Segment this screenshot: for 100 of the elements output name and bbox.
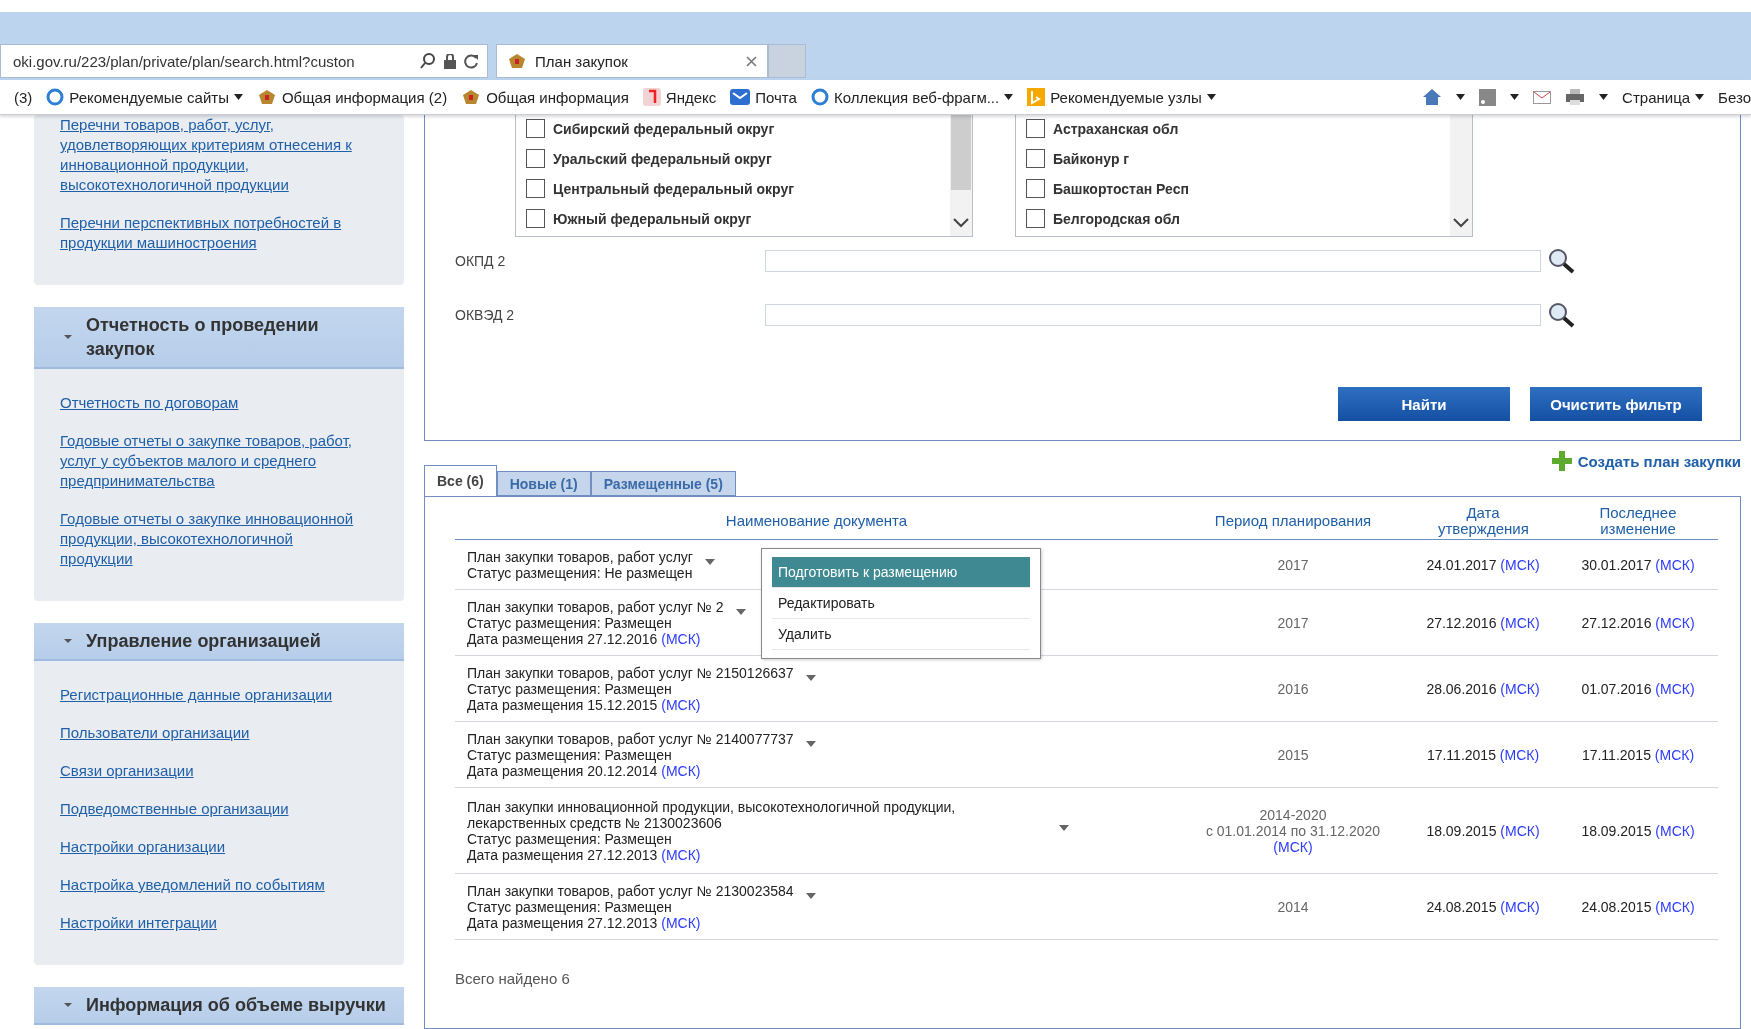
plan-title[interactable]: План закупки инновационной продукции, высокотехнологичной продукции, лекарственных средств № 2130023606 <box>467 798 1047 831</box>
tab[interactable]: Новые (1) <box>496 471 591 496</box>
printer-icon[interactable] <box>1565 88 1586 106</box>
sidebar-link[interactable]: Регистрационные данные организации <box>60 685 354 705</box>
field-label: ОКПД 2 <box>455 253 507 269</box>
date-cell-text: 24.08.2015 (МСК) <box>1425 898 1541 915</box>
tab[interactable]: Размещенные (5) <box>590 471 736 496</box>
column-header: Наименование документа <box>724 513 909 529</box>
column-header: Период планирования <box>1213 513 1373 529</box>
scroll-thumb[interactable] <box>951 115 971 190</box>
menu-item[interactable]: Редактировать <box>772 588 1030 619</box>
checkbox-label: Башкортостан Респ <box>1053 180 1189 197</box>
caret-icon[interactable] <box>735 608 746 615</box>
sidebar-section-header[interactable]: Информация об объеме выручки <box>34 987 404 1025</box>
sidebar-link[interactable]: Связи организации <box>60 761 354 781</box>
search-icon[interactable] <box>1547 301 1577 329</box>
plan-title[interactable]: План закупки товаров, работ услуг <box>467 548 693 565</box>
caret-icon[interactable] <box>805 892 816 899</box>
status-text: Статус размещения: Размещен <box>467 898 672 915</box>
caret-icon[interactable] <box>704 558 715 565</box>
status-text: Статус размещения: Размещен <box>467 746 672 763</box>
total-count: Всего найдено 6 <box>455 970 571 987</box>
envelope-icon <box>730 89 751 105</box>
browser-tab[interactable]: План закупок <box>496 44 768 78</box>
dropdown-arrow-icon[interactable] <box>1004 94 1014 100</box>
checkbox[interactable] <box>526 119 545 138</box>
favorites-item[interactable]: Рекомендуемые узлы <box>1027 88 1216 106</box>
caret-icon[interactable] <box>805 740 816 747</box>
search-icon[interactable] <box>1547 247 1577 275</box>
sidebar-link[interactable]: Годовые отчеты о закупке инновационной продукции, высокотехнологичной продукции <box>60 509 354 569</box>
dropdown-arrow-icon[interactable] <box>233 94 243 100</box>
date-cell-text: 18.09.2015 (МСК) <box>1580 822 1696 839</box>
checkbox[interactable] <box>526 149 545 168</box>
caret-icon[interactable] <box>1059 824 1069 831</box>
checkbox[interactable] <box>526 179 545 198</box>
favorites-item[interactable]: Общая информация <box>461 88 629 106</box>
dropdown-arrow-icon[interactable] <box>1599 94 1609 100</box>
checkbox[interactable] <box>1026 119 1045 138</box>
command-menu[interactable]: Страница <box>1622 88 1705 106</box>
plan-title[interactable]: План закупки товаров, работ услуг № 2 <box>467 598 724 615</box>
sidebar-link[interactable]: Отчетность по договорам <box>60 393 354 413</box>
status-text: Статус размещения: Размещен <box>467 830 672 847</box>
caret-icon <box>64 333 72 341</box>
chevron-down-icon[interactable] <box>953 218 969 228</box>
checkbox-label: Байконур г <box>1053 150 1130 167</box>
command-menu[interactable]: Безо <box>1718 88 1751 106</box>
posting-date: Дата размещения 20.12.2014 (МСК) <box>467 762 701 779</box>
refresh-icon[interactable] <box>464 53 479 69</box>
dropdown-arrow-icon[interactable] <box>1206 94 1216 100</box>
sidebar-link[interactable]: Годовые отчеты о закупке товаров, работ, услуг у субъектов малого и среднего предпринимательства <box>60 431 354 491</box>
lock-icon <box>444 53 456 69</box>
menu-item[interactable]: Удалить <box>772 619 1030 650</box>
clear-filter-button[interactable]: Очистить фильтр <box>1530 387 1702 421</box>
favorites-item[interactable]: (3) <box>14 88 33 106</box>
sidebar-link[interactable]: Подведомственные организации <box>60 799 354 819</box>
favorites-item[interactable]: Рекомендуемые сайты <box>46 88 243 106</box>
favorites-item[interactable]: Яндекс <box>642 88 717 106</box>
find-button[interactable]: Найти <box>1338 387 1510 421</box>
plan-title[interactable]: План закупки товаров, работ услуг № 2130023584 <box>467 882 794 899</box>
checkbox-label: Центральный федеральный округ <box>553 180 795 197</box>
posting-date: Дата размещения 27.12.2013 (МСК) <box>467 914 701 931</box>
close-icon[interactable] <box>746 55 757 67</box>
period-cell-text: 2015 <box>1276 746 1310 763</box>
plan-title[interactable]: План закупки товаров, работ услуг № 2150126637 <box>467 664 794 681</box>
sidebar-link[interactable]: Настройки интеграции <box>60 913 354 933</box>
favorites-item[interactable]: Почта <box>730 88 797 106</box>
checkbox[interactable] <box>1026 149 1045 168</box>
checkbox[interactable] <box>526 209 545 228</box>
plan-title[interactable]: План закупки товаров, работ услуг № 2140077737 <box>467 730 794 747</box>
sidebar-link[interactable]: Настройки организации <box>60 837 354 857</box>
input-field[interactable] <box>765 304 1541 326</box>
sidebar-link[interactable]: Настройка уведомлений по событиям <box>60 875 354 895</box>
envelope-icon[interactable] <box>1533 90 1552 104</box>
date-cell-text: 30.01.2017 (МСК) <box>1580 556 1696 573</box>
period-cell-text: 2014 <box>1276 898 1310 915</box>
checkbox[interactable] <box>1026 179 1045 198</box>
search-icon[interactable] <box>420 53 436 69</box>
date-cell-text: 18.09.2015 (МСК) <box>1425 822 1541 839</box>
home-icon[interactable] <box>1422 88 1443 106</box>
date-cell-text: 24.08.2015 (МСК) <box>1580 898 1696 915</box>
sidebar-link[interactable]: Пользователи организации <box>60 723 354 743</box>
checkbox[interactable] <box>1026 209 1045 228</box>
chevron-down-icon[interactable] <box>1453 218 1469 228</box>
sidebar-link[interactable]: Перечни перспективных потребностей в продукции машиностроения <box>60 213 354 253</box>
caret-icon[interactable] <box>805 674 816 681</box>
favorites-item[interactable]: Коллекция веб-фрагм... <box>810 88 1014 106</box>
create-plan-link[interactable]: Создать план закупки <box>1551 451 1741 471</box>
checkbox-label: Уральский федеральный округ <box>553 150 772 167</box>
menu-item[interactable]: Подготовить к размещению <box>772 557 1030 588</box>
sidebar-link[interactable]: Перечни товаров, работ, услуг, удовлетворяющих критериям отнесения к инновационной продукции, высокотехнологичной продукции <box>60 115 354 195</box>
sidebar-section-header[interactable]: Отчетность о проведении закупок <box>34 307 404 369</box>
favorites-item[interactable]: Общая информация (2) <box>256 88 448 106</box>
address-bar[interactable]: oki.gov.ru/223/plan/private/plan/search.html?custon <box>0 44 488 78</box>
dropdown-arrow-icon[interactable] <box>1456 94 1466 100</box>
sidebar-section-header[interactable]: Управление организацией <box>34 623 404 661</box>
tab[interactable]: Все (6) <box>424 465 497 496</box>
period-cell-text: 2014-2020 с 01.01.2014 по 31.12.2020 (МСК) <box>1204 806 1382 855</box>
dropdown-arrow-icon[interactable] <box>1695 94 1705 100</box>
input-field[interactable] <box>765 250 1541 272</box>
dropdown-arrow-icon[interactable] <box>1510 94 1520 100</box>
